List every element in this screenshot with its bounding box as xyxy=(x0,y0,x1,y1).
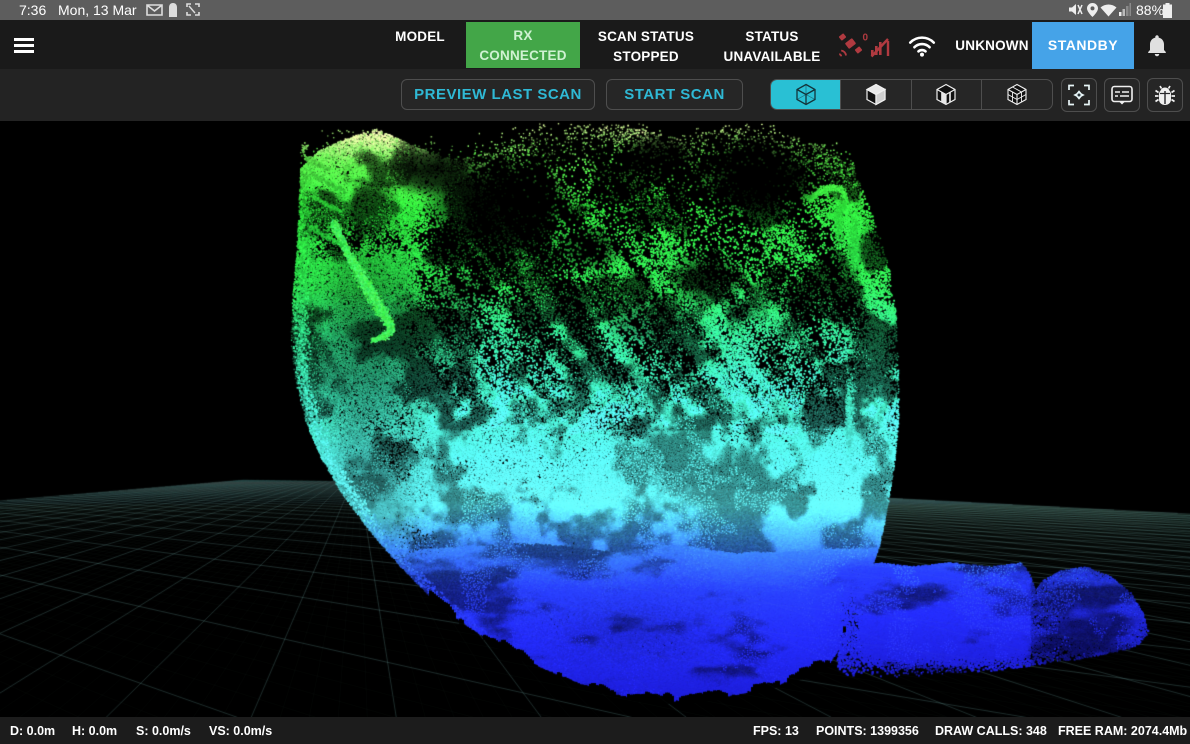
svg-text:0: 0 xyxy=(863,33,869,44)
